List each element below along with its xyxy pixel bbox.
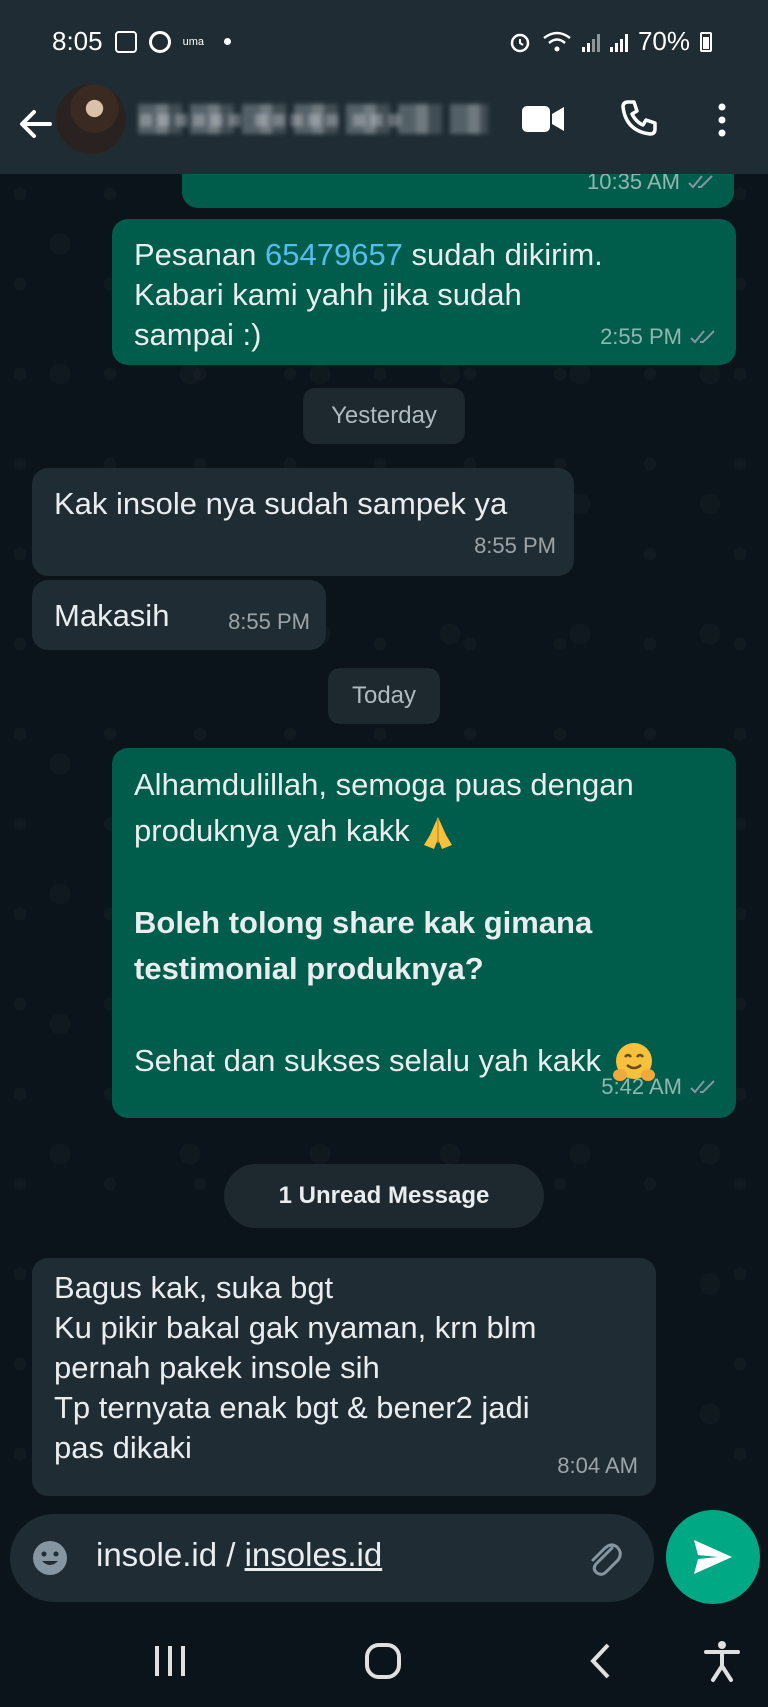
time-text: 10:35 AM: [587, 174, 680, 194]
date-separator-today: Today: [328, 668, 440, 724]
send-button[interactable]: [666, 1510, 760, 1604]
date-separator-yesterday: Yesterday: [303, 388, 465, 444]
message-line: Alhamdulillah, semoga puas dengan: [134, 767, 634, 802]
attach-icon[interactable]: [584, 1538, 626, 1580]
gallery-icon: [114, 30, 137, 53]
wifi-icon: [543, 31, 571, 51]
back-nav-icon[interactable]: [588, 1642, 612, 1680]
contact-name[interactable]: ■■■■■■ ■■■■■ ■■■: [138, 104, 488, 134]
message-text: produknya yah kakk: [134, 813, 410, 848]
time-text: 5:42 AM: [601, 1074, 682, 1099]
message-line: Ku pikir bakal gak nyaman, krn blm: [54, 1310, 537, 1345]
outgoing-message[interactable]: Alhamdulillah, semoga puas dengan produk…: [112, 748, 736, 1118]
contact-avatar[interactable]: [56, 84, 126, 154]
message-time: 8:55 PM: [228, 609, 310, 634]
chat-messages[interactable]: 10:35 AM Pesanan 65479657 sudah dikirim.…: [0, 174, 768, 1514]
outgoing-message[interactable]: 10:35 AM: [182, 174, 734, 208]
emoji-icon[interactable]: [30, 1538, 70, 1578]
message-text: Kak insole nya sudah sampek ya: [54, 486, 508, 521]
folded-hands-emoji-icon: [424, 816, 453, 849]
message-line: Bagus kak, suka bgt: [54, 1270, 334, 1305]
voice-call-icon[interactable]: [618, 98, 658, 138]
home-icon[interactable]: [364, 1642, 402, 1680]
battery-icon: [700, 31, 712, 52]
status-bar: 8:05 uma 70%: [0, 0, 768, 88]
message-time: 10:35 AM: [587, 174, 714, 202]
unread-messages-banner: 1 Unread Message: [224, 1164, 544, 1228]
outgoing-message[interactable]: Pesanan 65479657 sudah dikirim. Kabari k…: [112, 219, 736, 365]
message-line: Boleh tolong share kak gimana: [134, 905, 593, 940]
more-options-icon[interactable]: [716, 102, 728, 138]
status-time: 8:05: [52, 26, 103, 56]
message-text: Sehat dan sukses selalu yah kakk: [134, 1043, 601, 1078]
message-line: Pesanan 65479657 sudah dikirim.: [134, 235, 716, 275]
double-check-icon: [690, 330, 715, 344]
message-line: Tp ternyata enak bgt & bener2 jadi: [54, 1390, 530, 1425]
alarm-icon: [510, 33, 530, 52]
message-input[interactable]: insole.id / insoles.id: [96, 1536, 382, 1574]
time-text: 2:55 PM: [600, 324, 682, 349]
incoming-message[interactable]: Makasih 8:55 PM: [32, 580, 326, 650]
more-notifications-dot-icon: [224, 38, 232, 45]
message-line: Kabari kami yahh jika sudah: [134, 277, 522, 312]
app-notification-icon: [148, 30, 171, 53]
message-line: pas dikaki: [54, 1430, 192, 1465]
double-check-icon: [688, 175, 713, 189]
message-text: sudah dikirim.: [402, 237, 603, 272]
back-arrow-icon[interactable]: [14, 102, 58, 146]
status-right: 70%: [508, 26, 712, 57]
message-line: produknya yah kakk: [134, 808, 716, 854]
video-call-icon[interactable]: [520, 102, 566, 136]
recent-apps-icon[interactable]: [152, 1644, 188, 1678]
double-check-icon: [690, 1080, 715, 1094]
message-time: 5:42 AM: [601, 1064, 716, 1110]
message-line: pernah pakek insole sih: [54, 1350, 380, 1385]
message-time: 2:55 PM: [600, 317, 716, 357]
message-time: 8:04 AM: [557, 1453, 638, 1478]
input-text-link: insoles.id: [244, 1536, 383, 1573]
incoming-message[interactable]: Bagus kak, suka bgt Ku pikir bakal gak n…: [32, 1258, 656, 1496]
signal-2-icon: [609, 32, 628, 52]
order-number-link[interactable]: 65479657: [265, 237, 403, 272]
message-time: 8:55 PM: [474, 533, 556, 558]
signal-1-icon: [581, 32, 600, 52]
incoming-message[interactable]: Kak insole nya sudah sampek ya 8:55 PM: [32, 468, 574, 576]
app-label: uma: [182, 35, 205, 48]
message-line: testimonial produknya?: [134, 951, 484, 986]
message-text: Pesanan: [134, 237, 265, 272]
system-navigation-bar: [0, 1620, 768, 1707]
input-text: insole.id /: [96, 1536, 245, 1573]
status-left: 8:05 uma: [52, 26, 232, 57]
accessibility-icon[interactable]: [702, 1640, 742, 1682]
battery-percent: 70%: [637, 26, 690, 56]
message-composer[interactable]: insole.id / insoles.id: [10, 1514, 654, 1602]
send-icon: [694, 1540, 732, 1574]
